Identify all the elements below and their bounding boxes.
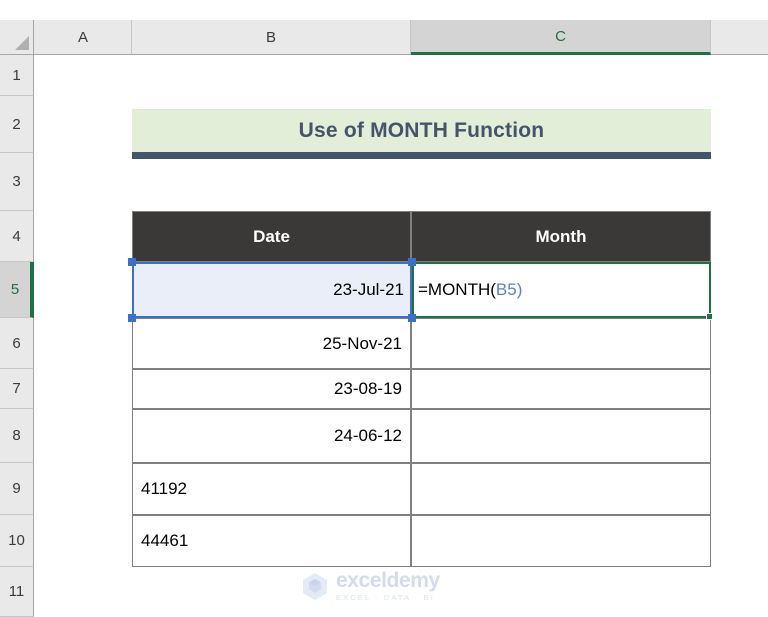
row-header-1[interactable]: 1 xyxy=(0,56,34,96)
table-row[interactable] xyxy=(411,409,711,463)
select-all-triangle-icon xyxy=(15,36,29,50)
row-header-8-label: 8 xyxy=(12,427,21,444)
row-header-3[interactable]: 3 xyxy=(0,153,34,211)
column-header-a[interactable]: A xyxy=(35,20,132,55)
row-header-2-label: 2 xyxy=(12,115,21,133)
referenced-cell-b5-value: 23-Jul-21 xyxy=(333,280,404,299)
row-header-4[interactable]: 4 xyxy=(0,211,34,262)
spreadsheet-window: A B C 1 2 3 4 5 6 7 8 9 10 11 Use of MON… xyxy=(0,0,768,617)
cell-b7-value: 23-08-19 xyxy=(333,379,402,398)
row-header-9[interactable]: 9 xyxy=(0,463,34,515)
row-header-1-label: 1 xyxy=(12,67,21,84)
select-all-button[interactable] xyxy=(0,20,34,55)
row-header-7-label: 7 xyxy=(12,380,21,397)
title-banner[interactable]: Use of MONTH Function xyxy=(132,109,711,159)
row-header-5-label: 5 xyxy=(10,281,20,298)
table-row[interactable] xyxy=(411,369,711,409)
referenced-cell-b5[interactable]: 23-Jul-21 xyxy=(132,262,412,318)
cell-b8-value: 24-06-12 xyxy=(333,426,402,445)
table-row[interactable]: 44461 xyxy=(132,515,411,567)
table-row[interactable]: 24-06-12 xyxy=(132,409,411,463)
column-header-b-label: B xyxy=(265,28,276,46)
table-row[interactable] xyxy=(411,318,711,369)
selection-handle-bottom-left[interactable] xyxy=(128,314,136,322)
hexagon-cube-logo-icon xyxy=(303,573,327,600)
table-row[interactable] xyxy=(411,515,711,567)
watermark-text: exceldemy EXCEL · DATA · BI xyxy=(336,570,440,602)
row-header-5[interactable]: 5 xyxy=(0,262,34,318)
column-header-c-label: C xyxy=(555,27,566,45)
selection-handle-top-right[interactable] xyxy=(408,258,416,266)
grid-area: Use of MONTH Function Date Month 23-Jul-… xyxy=(35,56,768,617)
column-header-c[interactable]: C xyxy=(411,20,711,55)
row-header-6[interactable]: 6 xyxy=(0,318,34,369)
row-header-10[interactable]: 10 xyxy=(0,515,34,567)
watermark-tagline: EXCEL · DATA · BI xyxy=(336,593,435,603)
watermark: exceldemy EXCEL · DATA · BI xyxy=(300,568,470,604)
table-row[interactable]: 41192 xyxy=(132,463,411,515)
active-cell-c5[interactable]: =MONTH(B5) xyxy=(412,262,711,318)
table-row[interactable]: 23-08-19 xyxy=(132,369,411,409)
selection-handle-bottom-right[interactable] xyxy=(408,314,416,322)
table-row[interactable] xyxy=(411,463,711,515)
formula-prefix: =MONTH( xyxy=(418,280,496,299)
row-header-11-label: 11 xyxy=(8,583,25,600)
table-row[interactable]: 25-Nov-21 xyxy=(132,318,411,369)
watermark-name: exceldemy xyxy=(336,569,440,593)
row-header-10-label: 10 xyxy=(8,532,25,549)
cell-b6-value: 25-Nov-21 xyxy=(322,333,402,353)
column-header-d[interactable] xyxy=(711,20,768,55)
formula-cell-reference: B5 xyxy=(495,280,517,299)
fill-handle[interactable] xyxy=(706,313,713,320)
row-header-2[interactable]: 2 xyxy=(0,96,34,153)
table-header-month-label: Month xyxy=(535,226,587,246)
row-header-8[interactable]: 8 xyxy=(0,409,34,463)
row-header-7[interactable]: 7 xyxy=(0,369,34,409)
row-header-9-label: 9 xyxy=(12,480,21,497)
cell-b10-value: 44461 xyxy=(141,531,189,550)
table-header-month[interactable]: Month xyxy=(411,211,711,262)
row-header-6-label: 6 xyxy=(12,334,21,352)
row-header-4-label: 4 xyxy=(12,227,21,245)
row-header-3-label: 3 xyxy=(12,173,21,190)
cell-b9-value: 41192 xyxy=(141,479,188,498)
formula-suffix: ) xyxy=(516,280,523,299)
row-header-11[interactable]: 11 xyxy=(0,567,34,617)
table-header-date[interactable]: Date xyxy=(132,211,411,262)
title-banner-label: Use of MONTH Function xyxy=(298,118,545,142)
table-header-date-label: Date xyxy=(253,226,290,246)
column-header-a-label: A xyxy=(77,28,88,46)
column-header-b[interactable]: B xyxy=(132,20,411,55)
selection-handle-top-left[interactable] xyxy=(128,258,136,266)
